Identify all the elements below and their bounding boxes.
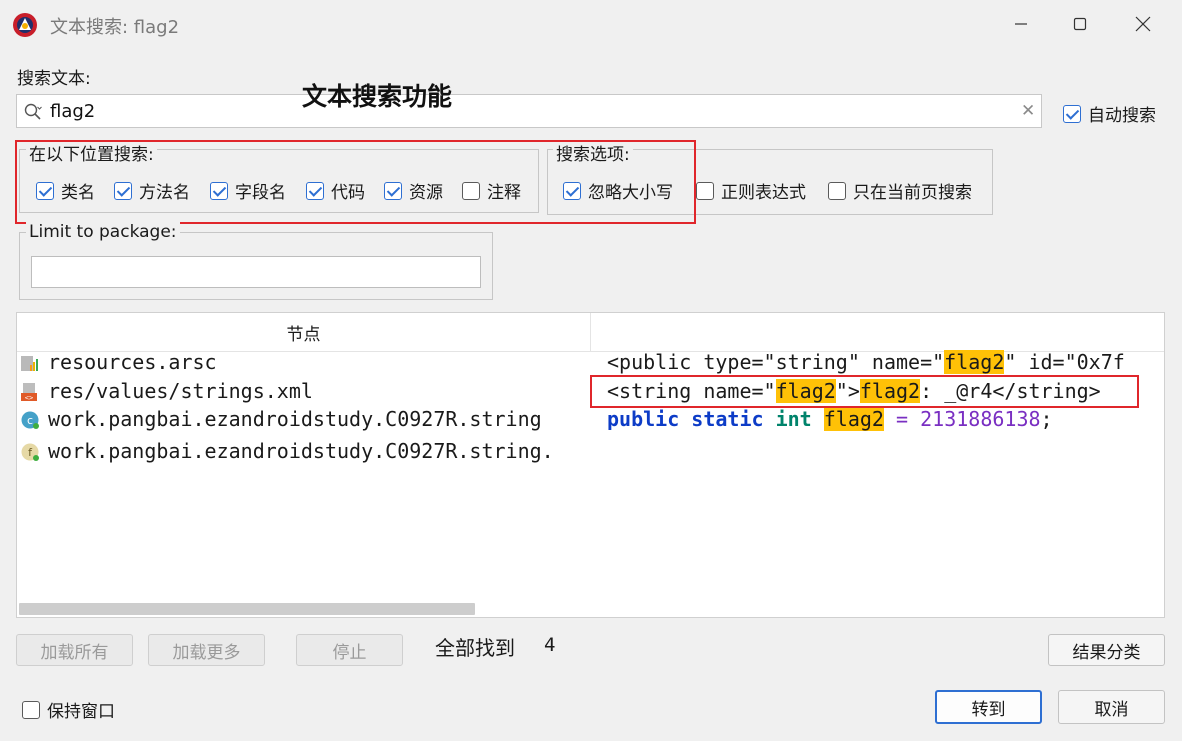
code-token: " id="0x7f bbox=[1004, 350, 1125, 374]
stop-button[interactable]: 停止 bbox=[296, 634, 403, 666]
maximize-button[interactable] bbox=[1057, 8, 1103, 40]
goto-button[interactable]: 转到 bbox=[935, 690, 1042, 724]
annotation-box-result bbox=[590, 375, 1139, 408]
cancel-button[interactable]: 取消 bbox=[1058, 690, 1165, 724]
match-highlight: flag2 bbox=[823, 407, 884, 431]
table-row[interactable]: f work.pangbai.ezandroidstudy.C0927R.str… bbox=[17, 437, 1164, 466]
search-icon bbox=[24, 103, 42, 120]
arsc-resource-icon bbox=[21, 356, 38, 371]
package-legend: Limit to package: bbox=[26, 222, 180, 242]
annotation-title: 文本搜索功能 bbox=[302, 82, 453, 111]
option-label: 只在当前页搜索 bbox=[853, 183, 972, 203]
code-token: 2131886138 bbox=[920, 407, 1041, 431]
keep-window-label: 保持窗口 bbox=[47, 702, 115, 722]
annotation-box-options bbox=[15, 140, 696, 224]
option-regex[interactable]: 正则表达式 bbox=[696, 178, 806, 203]
result-code: public static int flag2 = 2131886138; bbox=[607, 407, 1053, 431]
window-title: 文本搜索: flag2 bbox=[50, 17, 180, 38]
load-all-button[interactable]: 加载所有 bbox=[16, 634, 133, 666]
auto-search-checkbox[interactable]: 自动搜索 bbox=[1063, 101, 1156, 126]
result-node: work.pangbai.ezandroidstudy.C0927R.strin… bbox=[48, 407, 542, 431]
keep-window-checkbox[interactable]: 保持窗口 bbox=[22, 697, 115, 722]
close-button[interactable] bbox=[1120, 8, 1166, 40]
package-input[interactable] bbox=[31, 256, 481, 288]
found-count: 4 bbox=[544, 634, 556, 656]
search-input[interactable] bbox=[50, 99, 1010, 123]
xml-file-icon: <> bbox=[21, 383, 37, 402]
code-token: int bbox=[775, 407, 812, 431]
code-token: public bbox=[607, 407, 680, 431]
group-results-button[interactable]: 结果分类 bbox=[1048, 634, 1165, 666]
class-icon: c bbox=[21, 411, 39, 429]
maximize-icon bbox=[1073, 17, 1087, 31]
code-token: = bbox=[896, 407, 909, 431]
minimize-button[interactable] bbox=[998, 8, 1044, 40]
result-node: resources.arsc bbox=[48, 350, 217, 374]
search-label: 搜索文本: bbox=[17, 69, 91, 89]
code-token: ; bbox=[1040, 407, 1053, 431]
load-more-button[interactable]: 加载更多 bbox=[148, 634, 265, 666]
checkbox-box[interactable] bbox=[1063, 104, 1081, 123]
result-code: <public type="string" name="flag2" id="0… bbox=[607, 350, 1125, 374]
table-header: 节点 bbox=[17, 313, 1164, 352]
svg-text:c: c bbox=[27, 414, 33, 427]
clear-search-icon[interactable]: ✕ bbox=[1021, 101, 1035, 121]
table-row[interactable]: c work.pangbai.ezandroidstudy.C0927R.str… bbox=[17, 405, 1164, 434]
results-table[interactable]: 节点 resources.arsc <public type="string" … bbox=[16, 312, 1165, 618]
checkbox-box[interactable] bbox=[696, 181, 714, 200]
option-label: 正则表达式 bbox=[721, 183, 806, 203]
option-current-page-only[interactable]: 只在当前页搜索 bbox=[828, 178, 972, 203]
result-node: work.pangbai.ezandroidstudy.C0927R.strin… bbox=[48, 439, 554, 463]
svg-text:<>: <> bbox=[25, 394, 33, 402]
table-row[interactable]: resources.arsc <public type="string" nam… bbox=[17, 348, 1164, 377]
search-box[interactable]: ✕ bbox=[16, 94, 1042, 128]
checkbox-box[interactable] bbox=[22, 700, 40, 719]
found-label: 全部找到 bbox=[435, 636, 515, 660]
code-token: <public type="string" name=" bbox=[607, 350, 945, 374]
field-icon: f bbox=[21, 443, 39, 461]
title-bar: 文本搜索: flag2 bbox=[0, 0, 1182, 50]
checkbox-box[interactable] bbox=[828, 181, 846, 200]
result-node: res/values/strings.xml bbox=[48, 379, 313, 403]
match-highlight: flag2 bbox=[944, 350, 1005, 374]
minimize-icon bbox=[1015, 23, 1027, 25]
column-header-node[interactable]: 节点 bbox=[17, 313, 591, 351]
auto-search-label: 自动搜索 bbox=[1088, 106, 1156, 126]
code-token: static bbox=[691, 407, 764, 431]
app-logo-icon bbox=[13, 13, 37, 37]
close-icon bbox=[1135, 16, 1151, 32]
horizontal-scrollbar[interactable] bbox=[19, 603, 475, 615]
